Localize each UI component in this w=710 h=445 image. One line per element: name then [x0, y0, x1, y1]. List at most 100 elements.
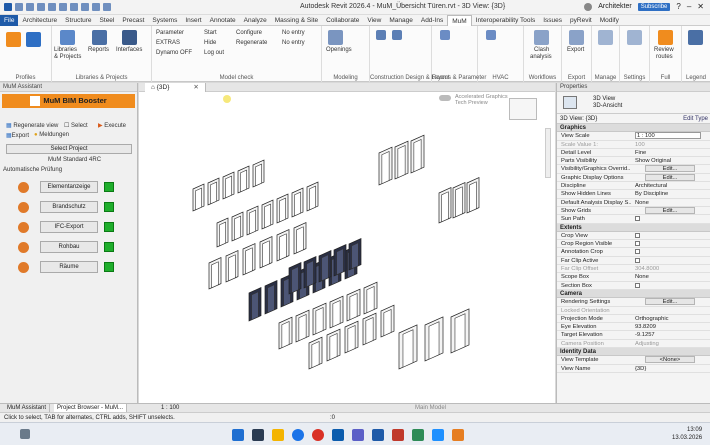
clash-icon[interactable]	[534, 30, 549, 45]
save-icon[interactable]	[26, 3, 34, 11]
door-element[interactable]	[246, 205, 259, 236]
door-element[interactable]	[192, 183, 205, 212]
tab-issues[interactable]: Issues	[539, 15, 566, 26]
property-checkbox[interactable]	[635, 241, 640, 247]
tab-steel[interactable]: Steel	[96, 15, 119, 26]
explorer-icon[interactable]	[272, 429, 284, 441]
construction-icon[interactable]	[376, 30, 386, 40]
door-element[interactable]	[346, 288, 361, 322]
user-icon[interactable]	[584, 2, 593, 11]
check-button[interactable]: Rohbau	[40, 241, 98, 253]
redo-icon[interactable]	[48, 3, 56, 11]
select-action[interactable]: ☐ Select	[64, 122, 88, 129]
door-element[interactable]	[303, 256, 317, 289]
check-button[interactable]: Elementanzeige	[40, 181, 98, 193]
openings-icon[interactable]	[328, 30, 343, 45]
door-element[interactable]	[348, 238, 362, 271]
rooms-parameter-icon[interactable]	[440, 30, 450, 40]
door-element[interactable]	[207, 177, 220, 206]
door-element[interactable]	[362, 312, 377, 346]
door-element[interactable]	[466, 177, 480, 214]
tab-structure[interactable]: Structure	[61, 15, 95, 26]
type-selector[interactable]: 3D View 3D-Ansicht	[557, 92, 710, 114]
store-icon[interactable]	[432, 429, 444, 441]
tab-annotate[interactable]: Annotate	[206, 15, 240, 26]
manage-icon[interactable]	[598, 30, 613, 45]
user-name[interactable]: Architekter	[598, 3, 631, 10]
profile-icon[interactable]	[6, 32, 21, 47]
tab-precast[interactable]: Precast	[118, 15, 148, 26]
property-edit-button[interactable]: <None>	[645, 356, 695, 364]
door-element[interactable]	[410, 134, 425, 174]
close-icon[interactable]: ✕	[697, 2, 704, 11]
door-element[interactable]	[288, 262, 302, 295]
door-element[interactable]	[329, 295, 344, 329]
settings-icon[interactable]	[627, 30, 642, 45]
section-icon[interactable]	[103, 3, 111, 11]
text-icon[interactable]	[81, 3, 89, 11]
door-element[interactable]	[222, 171, 235, 200]
minimize-icon[interactable]: –	[687, 2, 691, 11]
door-element[interactable]	[326, 328, 341, 362]
print-icon[interactable]	[59, 3, 67, 11]
navigation-bar[interactable]	[545, 128, 551, 178]
property-checkbox[interactable]	[635, 232, 640, 238]
tab-collaborate[interactable]: Collaborate	[322, 15, 363, 26]
export-icon[interactable]	[569, 30, 584, 45]
browser-icon[interactable]	[292, 429, 304, 441]
door-element[interactable]	[216, 217, 229, 248]
tab-architecture[interactable]: Architecture	[18, 15, 61, 26]
property-section-header[interactable]: Graphics	[557, 124, 710, 133]
door-element[interactable]	[291, 187, 304, 218]
door-element[interactable]	[438, 187, 452, 224]
check-button[interactable]: Räume	[40, 261, 98, 273]
property-edit-button[interactable]: Edit...	[645, 298, 695, 306]
interfaces-icon[interactable]	[122, 30, 137, 45]
excel-icon[interactable]	[412, 429, 424, 441]
undo-icon[interactable]	[37, 3, 45, 11]
door-element[interactable]	[278, 316, 293, 350]
door-element[interactable]	[450, 308, 470, 354]
door-element[interactable]	[261, 199, 274, 230]
chrome-icon[interactable]	[312, 429, 324, 441]
door-element[interactable]	[295, 309, 310, 343]
accelerated-graphics-toggle[interactable]	[439, 95, 451, 101]
door-element[interactable]	[452, 182, 466, 219]
teams-icon[interactable]	[352, 429, 364, 441]
check-button[interactable]: Brandschutz	[40, 201, 98, 213]
regenerate-view-action[interactable]: ▦ Regenerate view	[6, 122, 58, 129]
tab-analyze[interactable]: Analyze	[240, 15, 271, 26]
tab-mum[interactable]: MuM	[447, 14, 472, 26]
start-icon[interactable]	[232, 429, 244, 441]
tab-manage[interactable]: Manage	[385, 15, 417, 26]
door-element[interactable]	[380, 304, 395, 338]
clock[interactable]: 13:09 13.03.2026	[672, 426, 702, 442]
weather-icon[interactable]	[20, 429, 30, 439]
profile-gear-icon[interactable]	[26, 32, 41, 47]
door-element[interactable]	[237, 165, 250, 194]
help-icon[interactable]: ?	[676, 2, 680, 11]
libraries-icon[interactable]	[60, 30, 75, 45]
property-edit-button[interactable]: Edit...	[645, 173, 695, 181]
select-project-button[interactable]: Select Project	[6, 144, 132, 154]
files-icon[interactable]	[452, 429, 464, 441]
taskview-icon[interactable]	[252, 429, 264, 441]
property-edit-button[interactable]: Edit...	[645, 206, 695, 214]
legend-icon[interactable]	[688, 30, 703, 45]
outlook-icon[interactable]	[332, 429, 344, 441]
door-element[interactable]	[318, 250, 332, 283]
door-element[interactable]	[276, 193, 289, 224]
hvac-icon[interactable]	[486, 30, 496, 40]
model-canvas[interactable]	[139, 93, 555, 403]
property-checkbox[interactable]	[635, 282, 640, 288]
door-element[interactable]	[248, 287, 262, 322]
door-element[interactable]	[333, 244, 347, 277]
door-element[interactable]	[312, 302, 327, 336]
door-element[interactable]	[306, 181, 319, 212]
tab-modify[interactable]: Modify	[596, 15, 623, 26]
door-element[interactable]	[208, 257, 222, 290]
door-element[interactable]	[293, 222, 307, 255]
measure-icon[interactable]	[70, 3, 78, 11]
viewcube[interactable]	[509, 98, 537, 120]
pdf-icon[interactable]	[392, 429, 404, 441]
